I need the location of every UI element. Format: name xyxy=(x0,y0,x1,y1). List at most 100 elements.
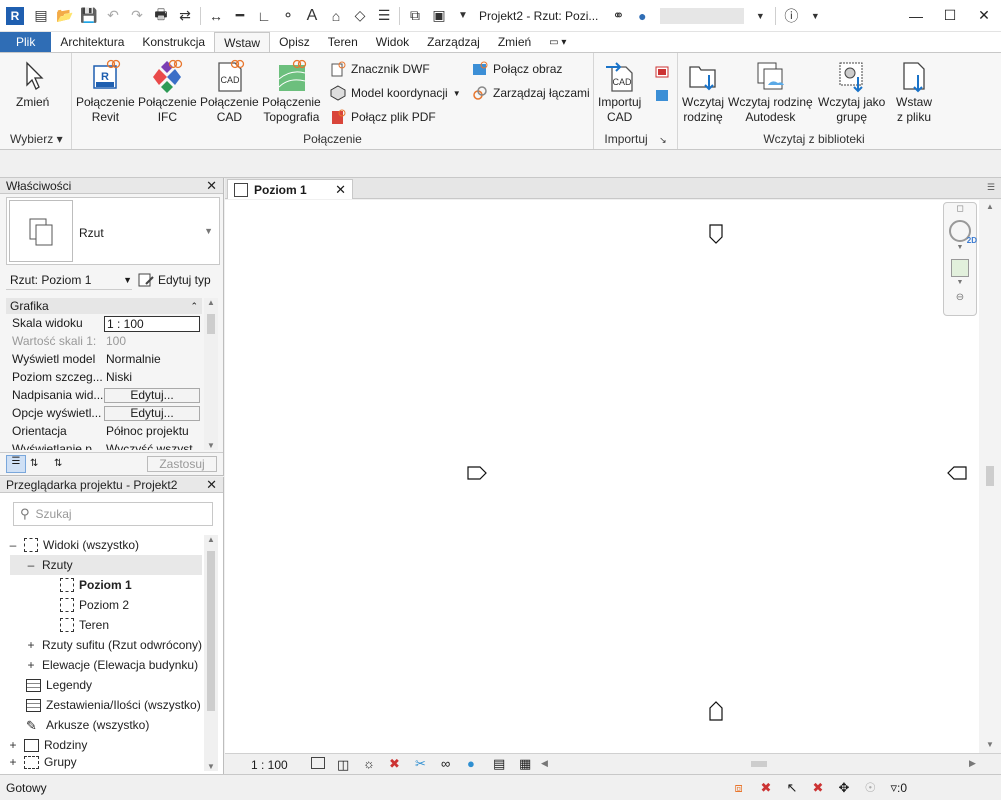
tree-item-legends[interactable]: Legendy xyxy=(26,675,92,695)
tree-item-views[interactable]: – Widoki (wszystko) xyxy=(8,535,139,555)
sync-icon[interactable]: ⇄ xyxy=(173,4,197,28)
link-revit-button[interactable]: R Połączenie Revit xyxy=(76,59,135,125)
tree-item-ceiling-plans[interactable]: + Rzuty sufitu (Rzut odwrócony) xyxy=(26,635,202,655)
edit-overrides-button[interactable]: Edytuj... xyxy=(104,388,200,403)
load-family-button[interactable]: Wczytaj rodzinę xyxy=(682,59,724,125)
redo-icon[interactable]: ↷ xyxy=(125,4,149,28)
view-scale-field[interactable]: 1 : 100 xyxy=(104,316,200,332)
3d-view-icon[interactable]: ⌂ xyxy=(324,4,348,28)
undo-icon[interactable]: ↶ xyxy=(101,4,125,28)
close-icon[interactable]: ◻ xyxy=(944,203,976,214)
close-icon[interactable]: ✕ xyxy=(967,0,1001,32)
chevron-down-icon[interactable]: ▼ xyxy=(944,244,976,251)
elevation-marker-west[interactable] xyxy=(467,466,487,480)
angle-icon[interactable]: ∟ xyxy=(252,4,276,28)
elevation-marker-north[interactable] xyxy=(709,224,723,244)
scroll-up-icon[interactable]: ▲ xyxy=(979,202,1001,211)
apply-button[interactable]: Zastosuj xyxy=(147,455,217,472)
import-image-button[interactable] xyxy=(654,85,675,105)
properties-scrollbar[interactable]: ▲ ▼ xyxy=(204,298,218,450)
tree-item-level-1[interactable]: Poziom 1 xyxy=(60,575,132,595)
steering-wheel-icon[interactable]: 2D xyxy=(949,220,977,245)
dimension-icon[interactable]: ━ xyxy=(228,4,252,28)
expand-icon[interactable]: + xyxy=(26,638,36,652)
switch-windows-icon[interactable]: ▣ xyxy=(427,4,451,28)
tab-massing-site[interactable]: Teren xyxy=(319,32,367,52)
app-logo[interactable]: R xyxy=(6,6,24,25)
collapse-icon[interactable]: – xyxy=(26,558,36,572)
select-pinned-icon[interactable]: ↖ xyxy=(786,780,812,796)
prop-value[interactable]: Północ projektu xyxy=(104,424,200,442)
hscroll-thumb[interactable] xyxy=(751,761,767,767)
close-icon[interactable]: ✕ xyxy=(335,182,346,198)
tab-file[interactable]: Plik xyxy=(0,32,52,52)
panel-launcher-icon[interactable]: ↘ xyxy=(659,135,667,145)
binoculars-icon[interactable]: ⚭ xyxy=(606,4,630,28)
tab-structure[interactable]: Konstrukcja xyxy=(133,32,214,52)
thin-lines-icon[interactable]: ☰ xyxy=(372,4,396,28)
close-icon[interactable]: ✕ xyxy=(206,178,217,194)
link-image-button[interactable]: Połącz obraz xyxy=(472,59,562,79)
prop-value[interactable]: Normalnie xyxy=(104,352,200,370)
reveal-hidden-icon[interactable]: ▦ xyxy=(519,756,531,772)
load-autodesk-family-button[interactable]: Wczytaj rodzinę Autodesk xyxy=(728,59,813,125)
coordination-model-button[interactable]: Model koordynacji ▼ xyxy=(330,83,461,103)
tag-icon[interactable]: ⚬ xyxy=(276,4,300,28)
drag-elements-icon[interactable]: ✥ xyxy=(838,780,864,796)
dwf-markup-button[interactable]: Znacznik DWF xyxy=(330,59,430,79)
open-icon[interactable]: 📂 xyxy=(53,4,77,28)
scroll-thumb[interactable] xyxy=(986,466,994,486)
zoom-icon[interactable] xyxy=(951,259,969,277)
expand-icon[interactable]: + xyxy=(26,658,36,672)
canvas-vertical-scrollbar[interactable]: ▲ ▼ xyxy=(979,200,1001,753)
elevation-marker-east[interactable] xyxy=(947,466,967,480)
hscroll-left-icon[interactable]: ◀ xyxy=(541,758,548,769)
chevron-down-icon[interactable]: ▼ xyxy=(748,4,772,28)
section-header-graphics[interactable]: Grafika ⌃ xyxy=(6,298,202,314)
close-icon[interactable]: ✕ xyxy=(206,477,217,493)
chevron-down-icon[interactable]: ▼ xyxy=(944,279,976,286)
expand-icon[interactable]: + xyxy=(8,755,18,769)
view-scale-button[interactable]: 1 : 100 xyxy=(251,758,288,772)
hscroll-right-icon[interactable]: ▶ xyxy=(969,758,976,769)
user-icon[interactable]: ● xyxy=(630,4,654,28)
show-crop-icon[interactable]: ∞ xyxy=(441,756,450,771)
modify-button[interactable]: Zmień xyxy=(16,59,49,110)
tab-insert[interactable]: Wstaw xyxy=(214,32,271,52)
view-tab-level-1[interactable]: Poziom 1 ✕ xyxy=(227,179,353,199)
tab-view[interactable]: Widok xyxy=(367,32,418,52)
close-hidden-icon[interactable]: ⧉ xyxy=(403,4,427,28)
scroll-thumb[interactable] xyxy=(207,551,215,711)
tree-item-level-2[interactable]: Poziom 2 xyxy=(60,595,129,615)
shadows-icon[interactable]: ✖ xyxy=(389,756,400,772)
visual-style-icon[interactable]: ◫ xyxy=(337,757,349,773)
sort-categorized-icon[interactable]: ☰ xyxy=(6,454,26,473)
scroll-down-icon[interactable]: ▼ xyxy=(979,740,1001,749)
tree-item-groups[interactable]: + Grupy xyxy=(8,755,76,769)
sun-path-icon[interactable]: ☼ xyxy=(363,756,375,771)
prop-value[interactable]: Niski xyxy=(104,370,200,388)
tab-modify[interactable]: Zmień xyxy=(489,32,540,52)
drawing-canvas[interactable]: ◻ 2D ▼ ▼ ⊖ xyxy=(225,200,979,753)
scroll-down-icon[interactable]: ▼ xyxy=(204,441,218,450)
import-cad-button[interactable]: CAD Importuj CAD xyxy=(598,59,641,125)
tree-item-site[interactable]: Teren xyxy=(60,615,109,635)
link-cad-button[interactable]: CAD Połączenie CAD xyxy=(200,59,259,125)
user-name[interactable] xyxy=(660,7,745,24)
link-topography-button[interactable]: Połączenie Topografia xyxy=(262,59,321,125)
tree-item-sheets[interactable]: ✎ Arkusze (wszystko) xyxy=(26,715,149,735)
instance-filter[interactable]: Rzut: Poziom 1 ▼ xyxy=(6,270,132,290)
qat-customize-icon[interactable]: ▼ xyxy=(451,4,475,28)
link-pdf-button[interactable]: Połącz plik PDF xyxy=(330,107,436,127)
select-by-face-icon[interactable]: ✖ xyxy=(812,780,838,796)
expand-icon[interactable]: + xyxy=(8,738,18,752)
scroll-thumb[interactable] xyxy=(207,314,215,334)
scroll-up-icon[interactable]: ▲ xyxy=(204,298,218,307)
print-icon[interactable]: 🖶 xyxy=(149,4,173,28)
help-icon[interactable]: ⓘ xyxy=(779,4,803,28)
background-process-icon[interactable]: ☉ xyxy=(864,780,890,796)
section-icon[interactable]: ◇ xyxy=(348,4,372,28)
select-dropdown[interactable]: Wybierz ▾ xyxy=(0,132,71,147)
crop-view-icon[interactable]: ✂ xyxy=(415,756,426,772)
tree-item-elevations[interactable]: + Elewacje (Elewacja budynku) xyxy=(26,655,198,675)
